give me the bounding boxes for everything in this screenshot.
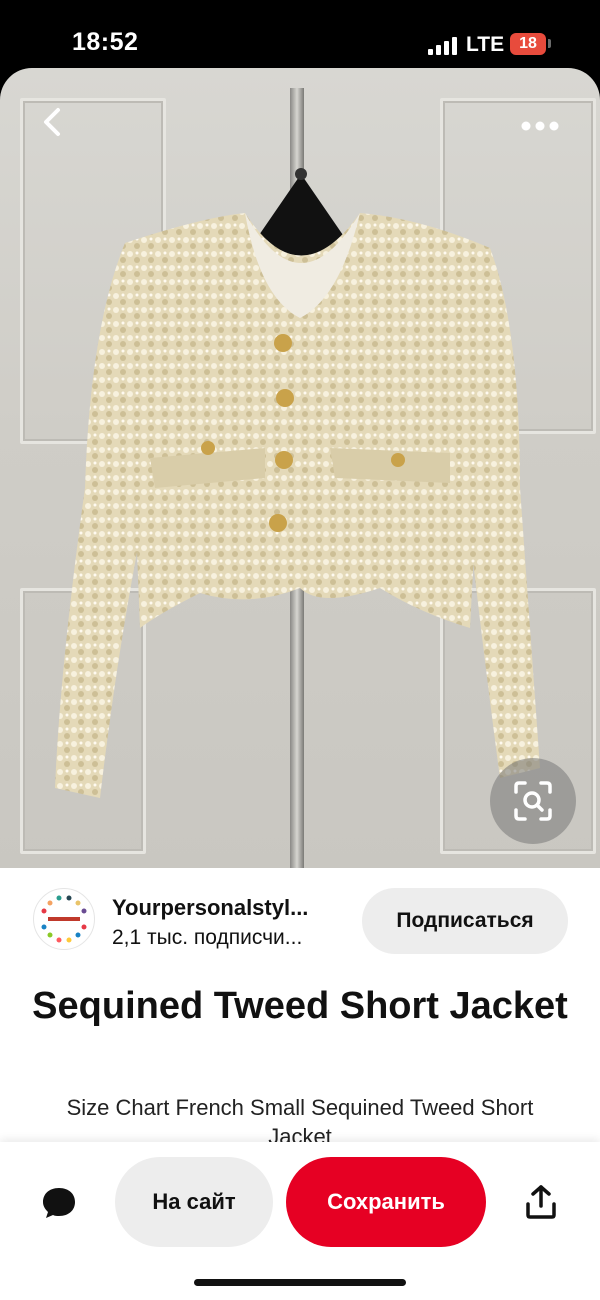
- comment-icon[interactable]: [40, 1185, 78, 1221]
- visual-search-icon: [514, 781, 552, 821]
- jacket-illustration: [55, 213, 540, 798]
- visit-site-button[interactable]: На сайт: [115, 1157, 273, 1247]
- save-button[interactable]: Сохранить: [286, 1157, 486, 1247]
- home-indicator: [194, 1279, 406, 1286]
- visual-search-button[interactable]: [490, 758, 576, 844]
- pin-title: Sequined Tweed Short Jacket: [32, 985, 568, 1027]
- status-time: 18:52: [72, 28, 139, 56]
- avatar-logo: [36, 891, 92, 947]
- subscribe-button[interactable]: Подписаться: [362, 888, 568, 954]
- author-name[interactable]: Yourpersonalstyl...: [112, 895, 308, 921]
- author-avatar[interactable]: [33, 888, 95, 950]
- share-icon[interactable]: [524, 1184, 558, 1220]
- status-bar: 18:52 LTE 18: [0, 0, 600, 70]
- chevron-left-icon[interactable]: [36, 104, 72, 140]
- network-label: LTE: [466, 33, 505, 56]
- more-horizontal-icon[interactable]: [520, 116, 560, 136]
- battery-tip: [548, 39, 551, 48]
- author-subscriber-count: 2,1 тыс. подписчи...: [112, 926, 303, 949]
- battery-icon: 18: [510, 33, 546, 55]
- pin-image[interactable]: [0, 68, 600, 873]
- signal-icon: [428, 35, 458, 55]
